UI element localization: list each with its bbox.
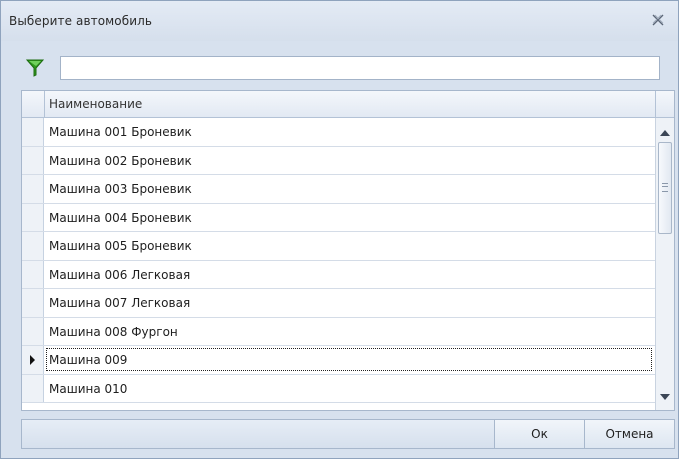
scroll-thumb[interactable] xyxy=(658,142,672,234)
close-icon[interactable] xyxy=(650,13,666,27)
table-row[interactable]: Машина 003 Броневик xyxy=(22,175,655,204)
vehicle-grid: Наименование Машина 001 Броневик Машина … xyxy=(21,90,675,411)
filter-input[interactable] xyxy=(60,56,660,80)
grid-header: Наименование xyxy=(22,91,674,118)
table-row-selected[interactable]: Машина 009 xyxy=(22,346,655,375)
table-row[interactable]: Машина 006 Легковая xyxy=(22,260,655,289)
scroll-up-icon[interactable] xyxy=(660,130,670,136)
vertical-scrollbar[interactable] xyxy=(655,118,674,410)
dialog-title: Выберите автомобиль xyxy=(9,14,153,28)
ok-button[interactable]: Ок xyxy=(494,420,584,448)
row-indicator[interactable] xyxy=(22,317,44,345)
row-name[interactable]: Машина 008 Фургон xyxy=(49,325,178,339)
row-indicator[interactable] xyxy=(22,260,44,288)
row-indicator[interactable] xyxy=(22,175,44,203)
row-indicator[interactable] xyxy=(22,346,44,374)
header-indicator-cell xyxy=(22,91,45,117)
filter-funnel-icon[interactable] xyxy=(25,58,45,78)
row-indicator[interactable] xyxy=(22,203,44,231)
row-name[interactable]: Машина 009 xyxy=(49,353,127,367)
grid-rows: Машина 001 Броневик Машина 002 Броневик … xyxy=(22,118,655,403)
column-header-name[interactable]: Наименование xyxy=(49,97,142,111)
scroll-down-icon[interactable] xyxy=(660,394,670,400)
row-indicator[interactable] xyxy=(22,146,44,174)
select-vehicle-dialog: Выберите автомобиль Наименование Машина … xyxy=(0,0,679,459)
table-row[interactable]: Машина 002 Броневик xyxy=(22,146,655,175)
grip-icon xyxy=(662,183,668,192)
table-row[interactable]: Машина 010 xyxy=(22,374,655,403)
table-row[interactable]: Машина 007 Легковая xyxy=(22,289,655,318)
row-name[interactable]: Машина 007 Легковая xyxy=(49,296,190,310)
row-name[interactable]: Машина 010 xyxy=(49,382,127,396)
row-indicator[interactable] xyxy=(22,232,44,260)
row-name[interactable]: Машина 001 Броневик xyxy=(49,125,192,139)
table-row[interactable]: Машина 008 Фургон xyxy=(22,317,655,346)
table-row[interactable]: Машина 004 Броневик xyxy=(22,203,655,232)
cancel-button[interactable]: Отмена xyxy=(584,420,674,448)
row-name[interactable]: Машина 004 Броневик xyxy=(49,211,192,225)
row-pointer-icon xyxy=(30,355,35,365)
row-indicator[interactable] xyxy=(22,374,44,402)
row-name[interactable]: Машина 002 Броневик xyxy=(49,154,192,168)
table-row[interactable]: Машина 001 Броневик xyxy=(22,118,655,147)
row-indicator[interactable] xyxy=(22,289,44,317)
table-row[interactable]: Машина 005 Броневик xyxy=(22,232,655,261)
filter-bar xyxy=(21,55,664,81)
row-name[interactable]: Машина 006 Легковая xyxy=(49,268,190,282)
row-name[interactable]: Машина 003 Броневик xyxy=(49,182,192,196)
focused-cell-outline xyxy=(46,348,652,371)
button-bar: Ок Отмена xyxy=(21,419,675,449)
header-scroll-corner xyxy=(655,91,674,117)
title-bar: Выберите автомобиль xyxy=(1,1,678,41)
row-name[interactable]: Машина 005 Броневик xyxy=(49,239,192,253)
row-indicator[interactable] xyxy=(22,118,44,146)
